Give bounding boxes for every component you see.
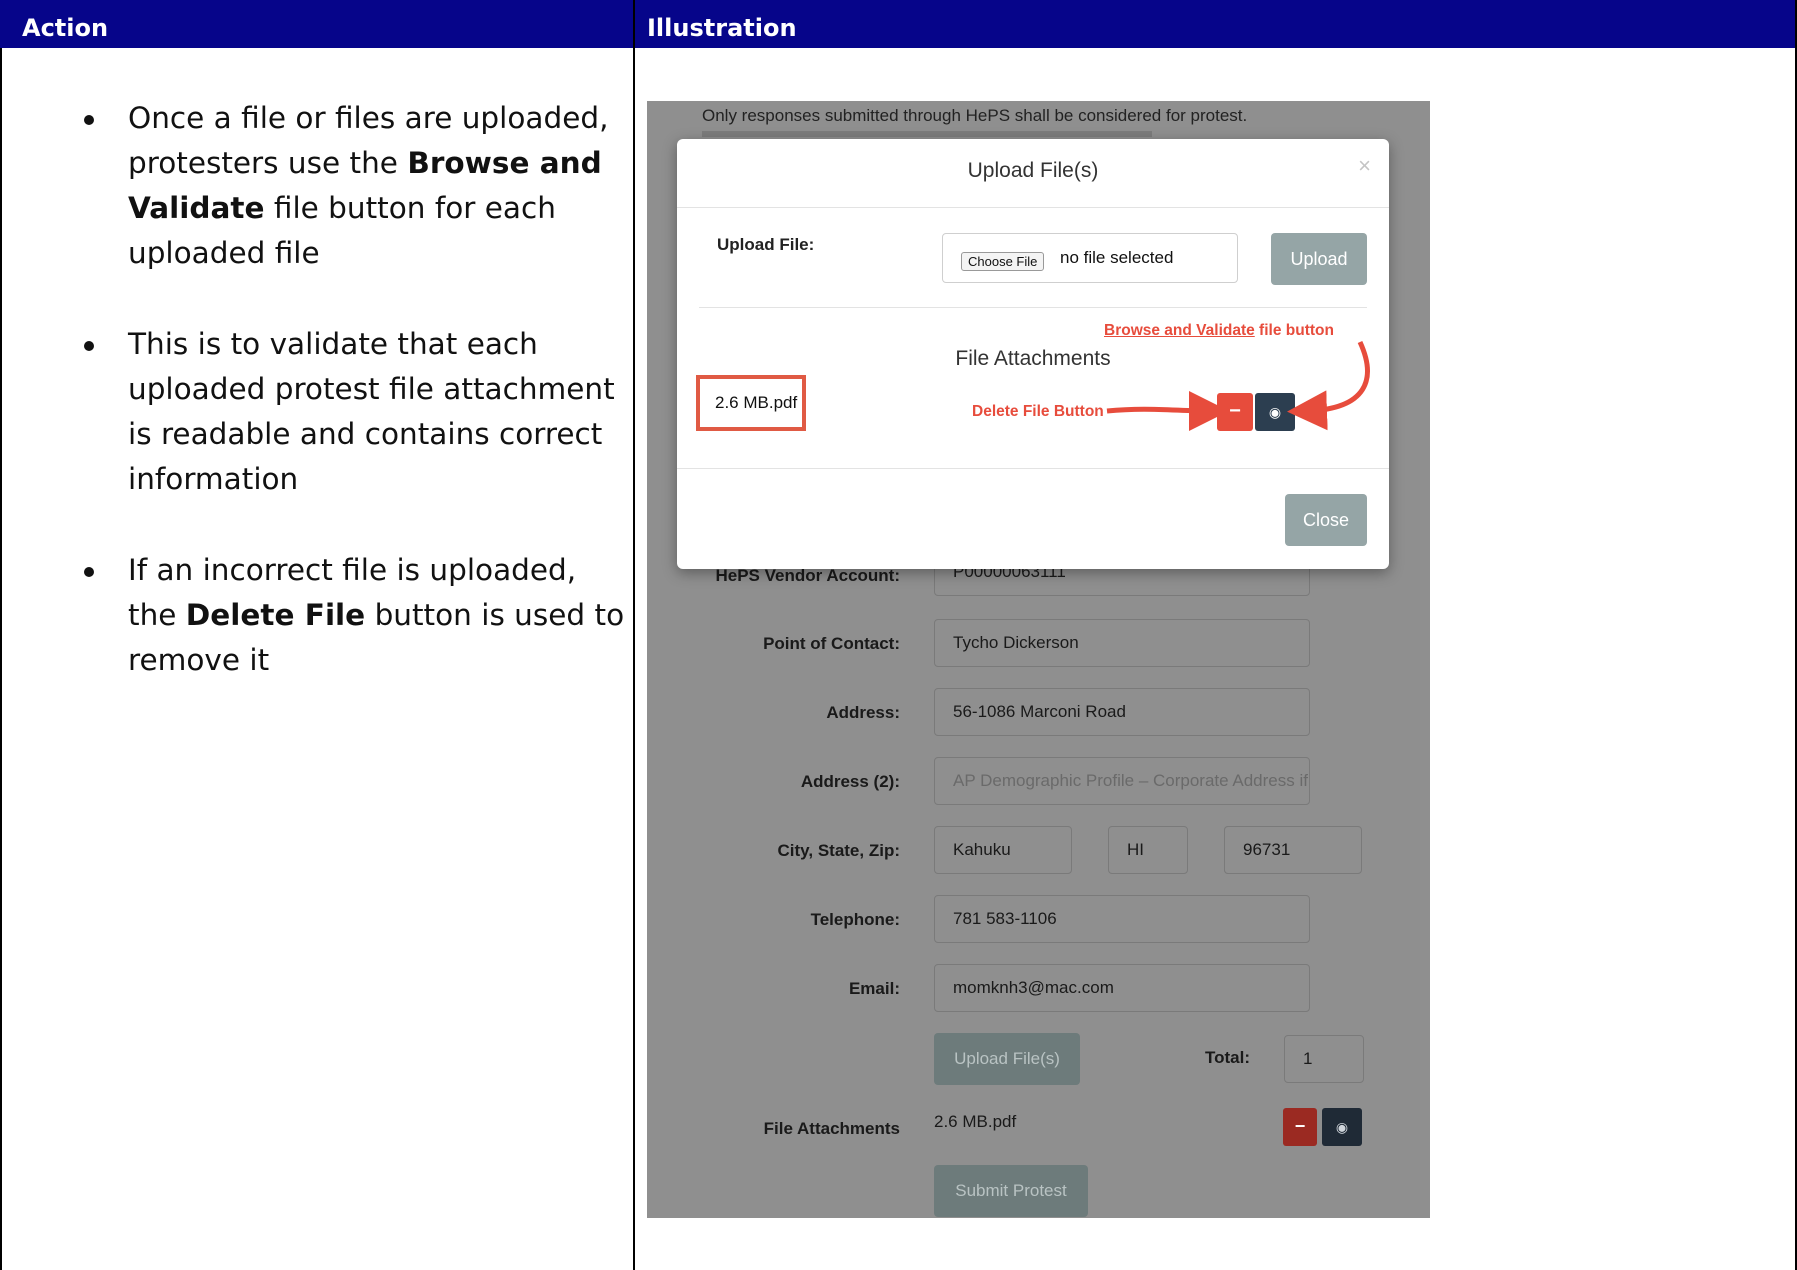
address-label: Address:	[826, 703, 900, 722]
form-row-address: Address: 56-1086 Marconi Road	[647, 688, 1430, 738]
address2-label: Address (2):	[800, 772, 900, 791]
browse-validate-annotation: Browse and Validate file button	[1104, 322, 1334, 340]
upload-file-label: Upload File:	[717, 235, 815, 254]
browse-validate-button[interactable]: ◉	[1255, 393, 1295, 431]
phone-label: Telephone:	[810, 910, 900, 929]
form-row-attachments: File Attachments 2.6 MB.pdf − ◉	[647, 1104, 1430, 1154]
bullet-bold-text: Delete File	[185, 598, 366, 632]
vendor-label: HePS Vendor Account:	[715, 566, 900, 585]
header-action: Action	[22, 14, 109, 42]
modal-divider-mid	[699, 307, 1367, 308]
contact-label: Point of Contact:	[763, 634, 900, 653]
view-file-button-bg[interactable]: ◉	[1322, 1108, 1362, 1146]
form-row-upload: Upload File(s) Total: 1	[647, 1033, 1430, 1085]
table-border-left	[0, 48, 2, 1270]
address2-field[interactable]: AP Demographic Profile – Corporate Addre…	[934, 757, 1310, 805]
contact-field[interactable]: Tycho Dickerson	[934, 619, 1310, 667]
column-divider	[633, 0, 635, 1270]
zip-field[interactable]: 96731	[1224, 826, 1362, 874]
instruction-table: Action Illustration Once a file or files…	[0, 0, 1797, 1270]
form-row-zip: 96731	[647, 826, 1430, 876]
action-list: Once a file or files are uploaded, prote…	[72, 96, 632, 729]
submit-protest-button[interactable]: Submit Protest	[934, 1165, 1088, 1217]
form-row-contact: Point of Contact: Tycho Dickerson	[647, 619, 1430, 669]
upload-button[interactable]: Upload	[1271, 233, 1367, 285]
form-row-address2: Address (2): AP Demographic Profile – Co…	[647, 757, 1430, 807]
bullet-dot	[84, 115, 94, 125]
attachment-file-name: 2.6 MB.pdf	[934, 1112, 1017, 1131]
email-field[interactable]: momknh3@mac.com	[934, 964, 1310, 1012]
email-label: Email:	[848, 979, 900, 998]
bullet-dot	[84, 567, 94, 577]
upload-files-button[interactable]: Upload File(s)	[934, 1033, 1080, 1085]
obscured-text	[702, 131, 1152, 137]
annotation-browse-link: Browse and Validate	[1104, 322, 1255, 339]
modal-divider-top	[677, 207, 1389, 208]
eye-icon: ◉	[1335, 1119, 1349, 1135]
no-file-text: no file selected	[1060, 248, 1174, 267]
modal-file-name: 2.6 MB.pdf	[715, 393, 798, 412]
address-field[interactable]: 56-1086 Marconi Road	[934, 688, 1310, 736]
action-bullet: If an incorrect file is uploaded, the De…	[72, 548, 632, 683]
attachments-label: File Attachments	[763, 1119, 900, 1138]
bullet-dot	[84, 341, 94, 351]
file-input[interactable]: Choose File no file selected	[942, 233, 1238, 283]
action-bullet: This is to validate that each uploaded p…	[72, 322, 632, 502]
phone-field[interactable]: 781 583-1106	[934, 895, 1310, 943]
form-row-phone: Telephone: 781 583-1106	[647, 895, 1430, 945]
delete-arrow	[1106, 390, 1229, 431]
table-header: Action Illustration	[0, 0, 1797, 48]
total-field[interactable]: 1	[1284, 1035, 1364, 1083]
upload-modal: Upload File(s) × Upload File: Choose Fil…	[677, 139, 1389, 569]
attachments-heading: File Attachments	[955, 347, 1111, 370]
choose-file-button[interactable]: Choose File	[961, 252, 1045, 271]
annotation-browse-rest: file button	[1254, 322, 1334, 339]
form-row-email: Email: momknh3@mac.com	[647, 964, 1430, 1014]
eye-icon: ◉	[1268, 404, 1282, 420]
modal-title: Upload File(s)	[967, 159, 1099, 182]
delete-file-button[interactable]: −	[1217, 393, 1253, 431]
action-bullet: Once a file or files are uploaded, prote…	[72, 96, 632, 276]
delete-file-button-bg[interactable]: −	[1283, 1108, 1317, 1146]
bullet-text: This is to validate that each uploaded p…	[128, 327, 615, 496]
total-label: Total:	[1204, 1048, 1250, 1067]
close-button[interactable]: Close	[1285, 494, 1367, 546]
modal-divider-bottom	[677, 468, 1389, 469]
illustration-screenshot: Only responses submitted through HePS sh…	[647, 101, 1430, 1218]
top-note: Only responses submitted through HePS sh…	[702, 106, 1248, 125]
delete-file-annotation: Delete File Button	[972, 403, 1104, 420]
header-illustration: Illustration	[647, 14, 797, 42]
close-icon[interactable]: ×	[1358, 153, 1371, 179]
